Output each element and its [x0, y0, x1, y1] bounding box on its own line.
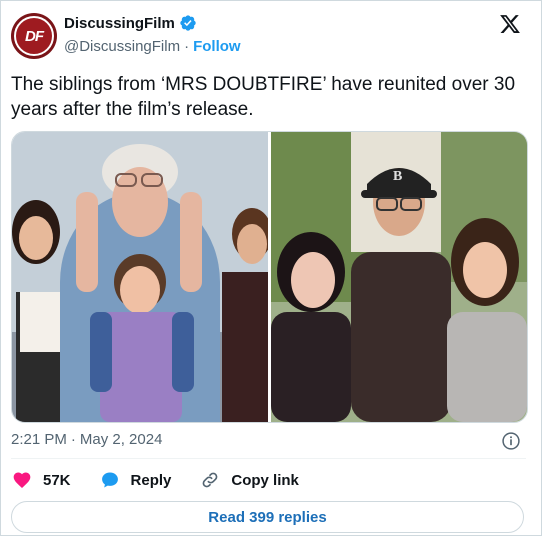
author-name-row: DiscussingFilm: [64, 14, 197, 32]
photo-left[interactable]: [12, 132, 268, 422]
tweet-card: DF DiscussingFilm @DiscussingFilm · Foll…: [0, 0, 542, 536]
link-icon: [199, 469, 221, 491]
avatar-logo: DF: [14, 16, 54, 56]
reply-button[interactable]: Reply: [99, 469, 172, 491]
author-handle-row: @DiscussingFilm · Follow: [64, 38, 241, 55]
like-count: 57K: [43, 471, 71, 489]
reply-label: Reply: [130, 471, 172, 489]
heart-icon: [11, 469, 33, 491]
read-replies-button[interactable]: Read 399 replies: [11, 501, 524, 533]
action-bar: 57K Reply Copy link: [11, 469, 327, 491]
cap-logo: B: [393, 169, 402, 184]
timestamp[interactable]: 2:21 PM · May 2, 2024: [11, 431, 162, 448]
media-grid: B: [11, 131, 528, 423]
verified-badge-icon: [180, 15, 196, 31]
photo-right[interactable]: B: [271, 132, 527, 422]
author-name[interactable]: DiscussingFilm: [64, 15, 175, 32]
divider: [11, 458, 526, 459]
x-logo-icon[interactable]: [499, 13, 521, 35]
copy-link-label: Copy link: [231, 471, 299, 489]
tweet-date[interactable]: May 2, 2024: [80, 431, 163, 448]
like-button[interactable]: 57K: [11, 469, 71, 491]
info-icon[interactable]: [501, 431, 521, 451]
separator-dot: ·: [184, 38, 190, 55]
avatar[interactable]: DF: [11, 13, 57, 59]
author-handle[interactable]: @DiscussingFilm: [64, 38, 180, 55]
follow-button[interactable]: Follow: [193, 38, 241, 55]
timestamp-separator: ·: [70, 431, 76, 448]
copy-link-button[interactable]: Copy link: [199, 469, 299, 491]
reply-bubble-icon: [99, 469, 121, 491]
tweet-time[interactable]: 2:21 PM: [11, 431, 67, 448]
tweet-text: The siblings from ‘MRS DOUBTFIRE’ have r…: [11, 74, 516, 120]
